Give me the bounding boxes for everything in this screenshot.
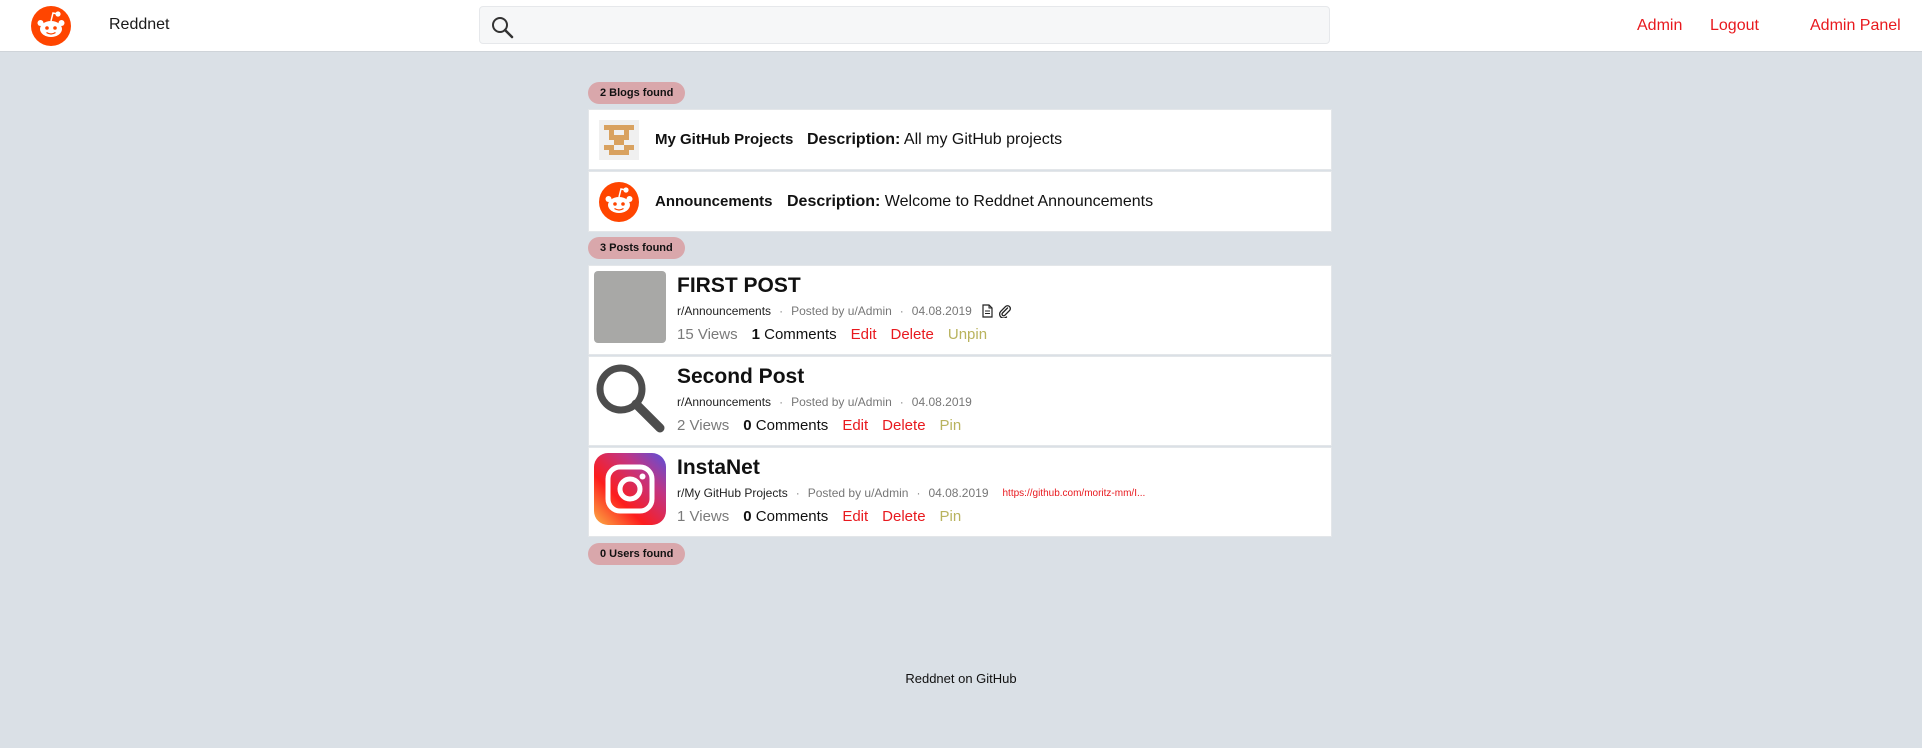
edit-button[interactable]: Edit xyxy=(842,508,868,525)
magnifier-icon[interactable] xyxy=(594,362,666,434)
views-count: 2 Views xyxy=(677,417,730,434)
users-found-badge: 0 Users found xyxy=(588,543,686,565)
reddnet-logo-icon xyxy=(599,182,639,222)
blog-name[interactable]: My GitHub Projects xyxy=(655,131,793,148)
post-item[interactable]: InstaNet r/My GitHub Projects · Posted b… xyxy=(588,447,1332,537)
post-url-link[interactable]: https://github.com/moritz-mm/I... xyxy=(1003,488,1146,499)
reddnet-logo-icon[interactable] xyxy=(31,6,71,46)
separator: · xyxy=(795,486,800,500)
search-icon xyxy=(492,17,514,39)
posted-by: Posted by u/Admin xyxy=(791,395,892,409)
posted-by: Posted by u/Admin xyxy=(791,304,892,318)
post-meta: r/Announcements · Posted by u/Admin · 04… xyxy=(677,304,1012,318)
search-input[interactable] xyxy=(524,7,1324,43)
subreddit-link[interactable]: r/Announcements xyxy=(677,395,771,409)
unpin-button[interactable]: Unpin xyxy=(948,326,987,343)
post-item[interactable]: Second Post r/Announcements · Posted by … xyxy=(588,356,1332,446)
comment-count: 0 xyxy=(743,417,752,434)
separator: · xyxy=(899,395,904,409)
footer: Reddnet on GitHub xyxy=(0,671,1922,686)
brand-name[interactable]: Reddnet xyxy=(109,16,170,34)
separator: · xyxy=(779,395,784,409)
blog-name[interactable]: Announcements xyxy=(655,193,773,210)
separator: · xyxy=(916,486,921,500)
github-link[interactable]: Reddnet on GitHub xyxy=(905,671,1016,686)
views-count: 1 Views xyxy=(677,508,730,525)
delete-button[interactable]: Delete xyxy=(882,508,925,525)
post-actions: 15 Views 1 Comments Edit Delete Unpin xyxy=(677,326,987,343)
document-icon xyxy=(982,304,993,318)
description-text: Welcome to Reddnet Announcements xyxy=(884,193,1154,210)
description-text: All my GitHub projects xyxy=(903,131,1063,148)
blogs-found-badge: 2 Blogs found xyxy=(588,82,686,104)
blog-item[interactable]: My GitHub Projects Description: All my G… xyxy=(588,109,1332,170)
search-box[interactable] xyxy=(479,6,1330,44)
post-title[interactable]: Second Post xyxy=(677,365,804,389)
blog-item[interactable]: Announcements Description: Welcome to Re… xyxy=(588,171,1332,232)
paperclip-icon xyxy=(998,305,1011,318)
delete-button[interactable]: Delete xyxy=(882,417,925,434)
comments-link[interactable]: 0 Comments xyxy=(743,508,828,525)
comments-label: Comments xyxy=(764,326,837,343)
comments-label: Comments xyxy=(755,508,829,525)
post-title[interactable]: InstaNet xyxy=(677,456,760,480)
subreddit-link[interactable]: r/My GitHub Projects xyxy=(677,486,788,500)
post-actions: 1 Views 0 Comments Edit Delete Pin xyxy=(677,508,961,525)
post-meta: r/Announcements · Posted by u/Admin · 04… xyxy=(677,395,972,409)
edit-button[interactable]: Edit xyxy=(851,326,877,343)
post-actions: 2 Views 0 Comments Edit Delete Pin xyxy=(677,417,961,434)
separator: · xyxy=(899,304,904,318)
comments-link[interactable]: 1 Comments xyxy=(752,326,837,343)
post-date: 04.08.2019 xyxy=(928,486,989,500)
blog-description: Description: All my GitHub projects xyxy=(807,131,1062,149)
pixel-avatar-icon xyxy=(599,120,639,160)
comments-link[interactable]: 0 Comments xyxy=(743,417,828,434)
post-title[interactable]: FIRST POST xyxy=(677,274,801,298)
posts-found-badge: 3 Posts found xyxy=(588,237,685,259)
post-date: 04.08.2019 xyxy=(911,395,972,409)
description-label: Description: xyxy=(787,193,881,210)
nav-admin-link[interactable]: Admin xyxy=(1637,17,1682,35)
pin-button[interactable]: Pin xyxy=(940,417,962,434)
description-label: Description: xyxy=(807,131,901,148)
top-navbar: Reddnet Admin Logout Admin Panel xyxy=(0,0,1922,52)
post-item[interactable]: FIRST POST r/Announcements · Posted by u… xyxy=(588,265,1332,355)
posted-by: Posted by u/Admin xyxy=(807,486,909,500)
subreddit-link[interactable]: r/Announcements xyxy=(677,304,771,318)
blog-description: Description: Welcome to Reddnet Announce… xyxy=(787,193,1153,211)
instagram-logo-icon[interactable] xyxy=(594,453,666,525)
comment-count: 1 xyxy=(751,326,760,343)
post-date: 04.08.2019 xyxy=(911,304,972,318)
edit-button[interactable]: Edit xyxy=(842,417,868,434)
views-count: 15 Views xyxy=(677,326,738,343)
nav-logout-link[interactable]: Logout xyxy=(1710,17,1759,35)
separator: · xyxy=(779,304,784,318)
comments-label: Comments xyxy=(755,417,829,434)
post-thumbnail[interactable] xyxy=(594,271,666,343)
post-meta: r/My GitHub Projects · Posted by u/Admin… xyxy=(677,486,1145,500)
pin-button[interactable]: Pin xyxy=(940,508,962,525)
nav-admin-panel-link[interactable]: Admin Panel xyxy=(1810,17,1901,35)
comment-count: 0 xyxy=(743,508,752,525)
delete-button[interactable]: Delete xyxy=(891,326,934,343)
